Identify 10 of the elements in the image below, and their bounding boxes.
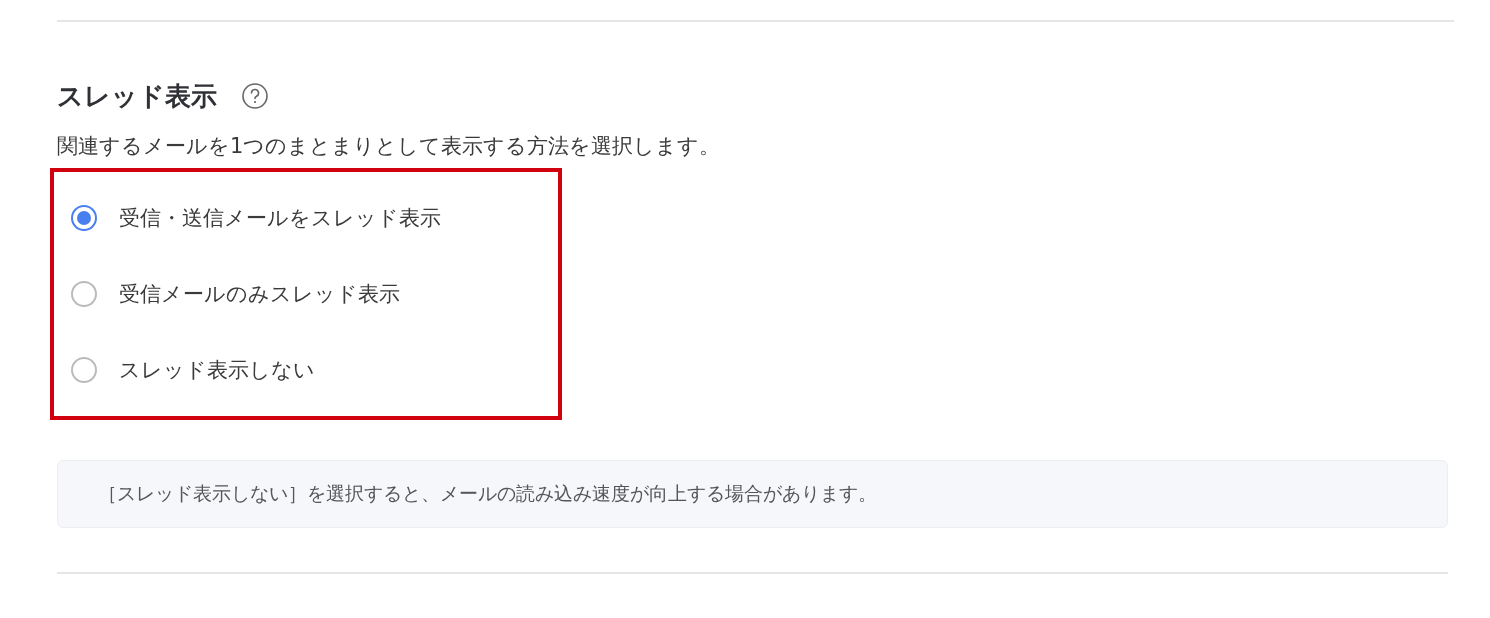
help-icon[interactable] (241, 82, 269, 110)
section-description: 関連するメールを1つのまとまりとして表示する方法を選択します。 (57, 133, 722, 160)
radio-button[interactable] (71, 205, 97, 231)
info-note: ［スレッド表示しない］を選択すると、メールの読み込み速度が向上する場合があります。 (57, 460, 1448, 528)
radio-option[interactable]: 受信・送信メールをスレッド表示 (71, 180, 558, 256)
radio-button[interactable] (71, 281, 97, 307)
section-title: スレッド表示 (57, 79, 217, 113)
radio-option[interactable]: スレッド表示しない (71, 332, 558, 408)
radio-option[interactable]: 受信メールのみスレッド表示 (71, 256, 558, 332)
radio-button[interactable] (71, 357, 97, 383)
